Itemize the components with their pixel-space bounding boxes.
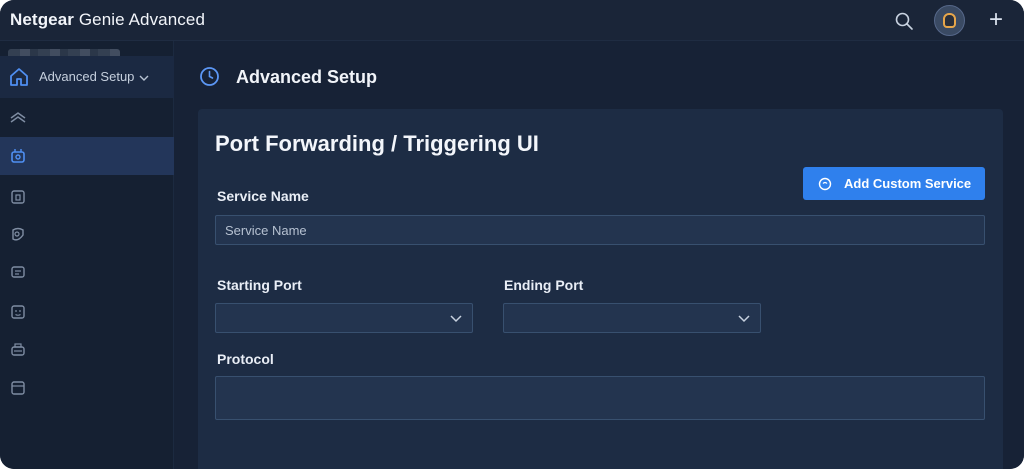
port-forwarding-card: Port Forwarding / Triggering UI Add Cust… [198,109,1003,469]
shield-icon [12,227,24,241]
chevron-down-icon [738,315,750,323]
clock-icon [199,66,220,87]
app-title-suffix: Genie Advanced [74,10,205,29]
chat-icon [11,266,25,278]
sidebar-header-advanced-setup[interactable]: Advanced Setup [0,56,174,98]
sidebar-item-router[interactable] [0,137,174,175]
starting-port-label: Starting Port [217,277,302,293]
main-content: Advanced Setup Port Forwarding / Trigger… [175,41,1024,469]
add-service-icon [818,177,832,191]
protocol-label: Protocol [217,351,274,367]
add-custom-service-button[interactable]: Add Custom Service [803,167,985,200]
layers-icon [10,112,26,123]
printer-icon [11,343,25,356]
app-title: Netgear Genie Advanced [10,10,205,30]
ending-port-select[interactable] [503,303,761,333]
sidebar-item-messages[interactable] [0,254,174,292]
top-bar: Netgear Genie Advanced + [0,0,1024,41]
protocol-field[interactable] [215,376,985,420]
chevron-down-icon[interactable] [138,71,150,83]
service-name-input[interactable] [215,215,985,245]
chevron-down-icon [450,315,462,323]
sidebar-item-device[interactable] [0,178,174,216]
sidebar-item-window[interactable] [0,369,174,407]
sidebar-item-users[interactable] [0,293,174,331]
add-custom-service-label: Add Custom Service [844,176,972,191]
sidebar-item-security[interactable] [0,216,174,254]
sidebar: Advanced Setup [0,41,174,469]
page-title: Advanced Setup [236,67,378,87]
plus-icon[interactable]: + [985,7,1007,33]
sidebar-header-label: Advanced Setup [39,69,135,84]
sidebar-item-printer[interactable] [0,331,174,369]
card-title: Port Forwarding / Triggering UI [215,131,539,156]
service-name-label: Service Name [217,188,309,204]
search-icon[interactable] [893,10,915,32]
home-icon [9,67,29,87]
window-icon [11,381,25,395]
ending-port-label: Ending Port [504,277,584,293]
app-title-brand: Netgear [10,10,75,29]
device-icon [11,190,25,204]
face-icon [11,305,25,319]
avatar-figure-icon [943,13,956,28]
router-icon [11,149,25,163]
app-window: Netgear Genie Advanced + Advanced Setup [0,0,1024,469]
sidebar-item-layers[interactable] [0,99,174,137]
avatar[interactable] [934,5,965,36]
starting-port-select[interactable] [215,303,473,333]
